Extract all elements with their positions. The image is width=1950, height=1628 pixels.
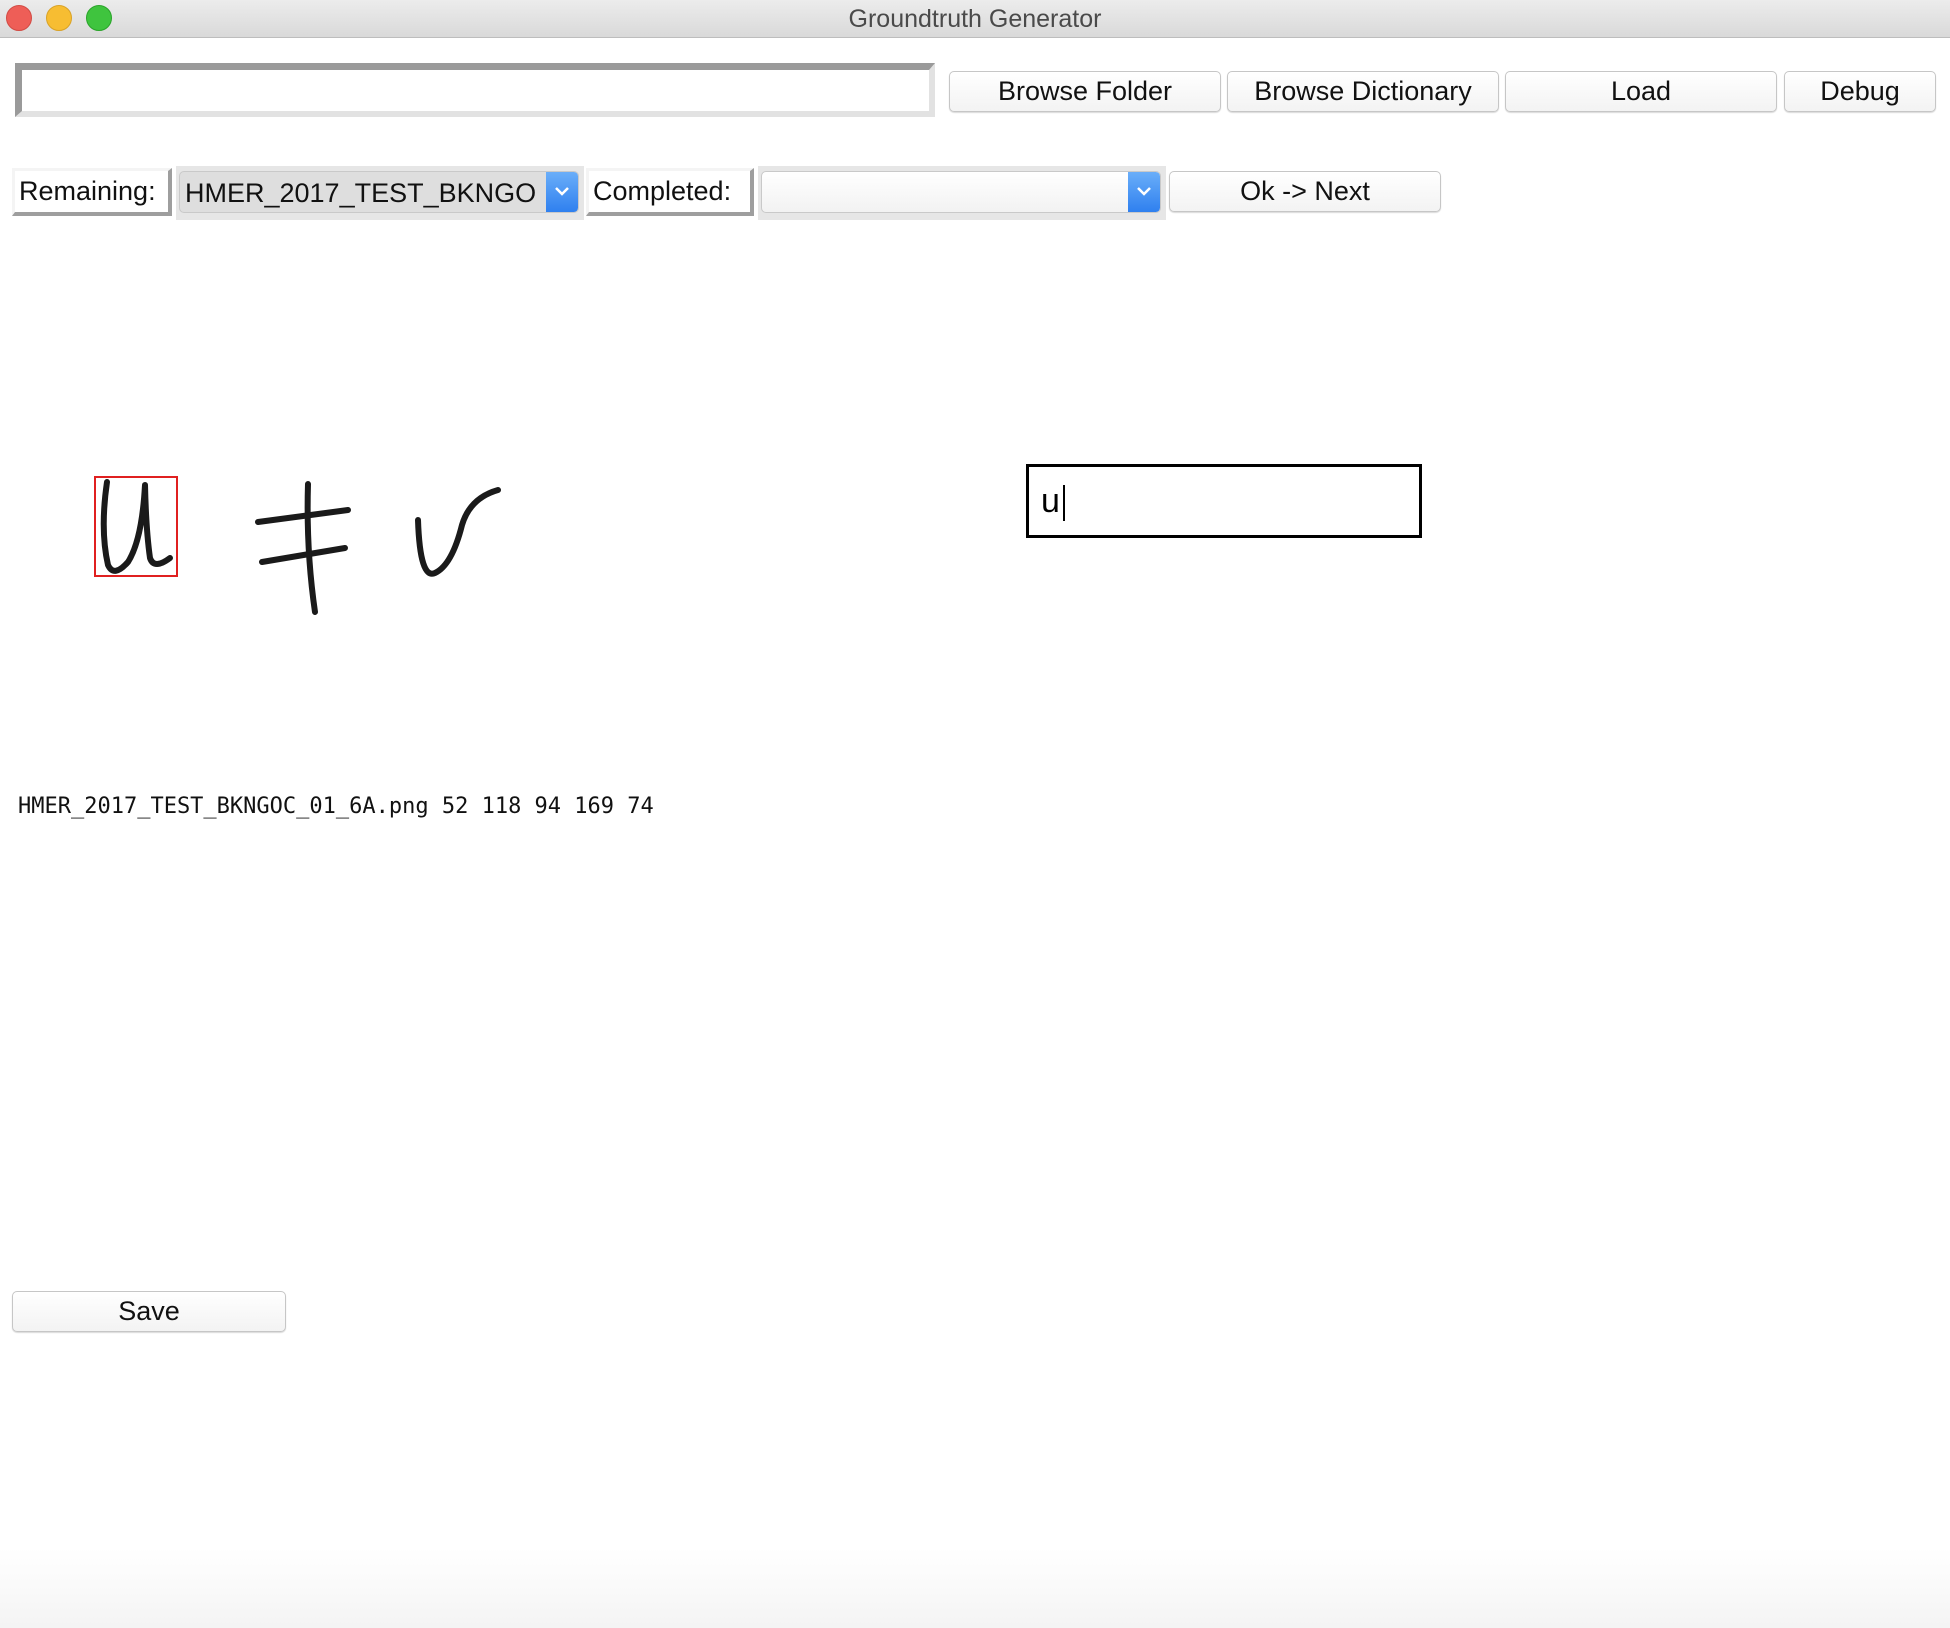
debug-button[interactable]: Debug (1784, 71, 1936, 112)
window-bottom-edge (0, 1548, 1950, 1628)
remaining-label: Remaining: (12, 168, 172, 216)
remaining-dropdown[interactable]: HMER_2017_TEST_BKNGOC (179, 171, 579, 213)
browse-dictionary-button[interactable]: Browse Dictionary (1227, 71, 1499, 112)
path-input[interactable] (15, 63, 935, 117)
completed-dropdown[interactable] (761, 171, 1161, 213)
symbol-label-input[interactable] (1026, 464, 1422, 538)
title-bar: Groundtruth Generator (0, 0, 1950, 38)
completed-label: Completed: (586, 168, 754, 216)
chevron-down-icon[interactable] (1128, 172, 1160, 212)
neq-glyph (255, 481, 351, 615)
completed-combo-frame (758, 166, 1166, 220)
bounding-box-info: HMER_2017_TEST_BKNGOC_01_6A.png 52 118 9… (18, 794, 654, 819)
load-button[interactable]: Load (1505, 71, 1777, 112)
browse-folder-button[interactable]: Browse Folder (949, 71, 1221, 112)
save-button[interactable]: Save (12, 1291, 286, 1332)
v-glyph (415, 487, 501, 577)
remaining-selected-value: HMER_2017_TEST_BKNGOC (185, 178, 535, 208)
window-title: Groundtruth Generator (848, 5, 1102, 33)
text-caret (1063, 485, 1065, 521)
symbol-selection-box (94, 476, 178, 577)
chevron-down-icon[interactable] (546, 172, 578, 212)
ok-next-button[interactable]: Ok -> Next (1169, 171, 1441, 212)
remaining-combo-frame: HMER_2017_TEST_BKNGOC (176, 166, 584, 220)
